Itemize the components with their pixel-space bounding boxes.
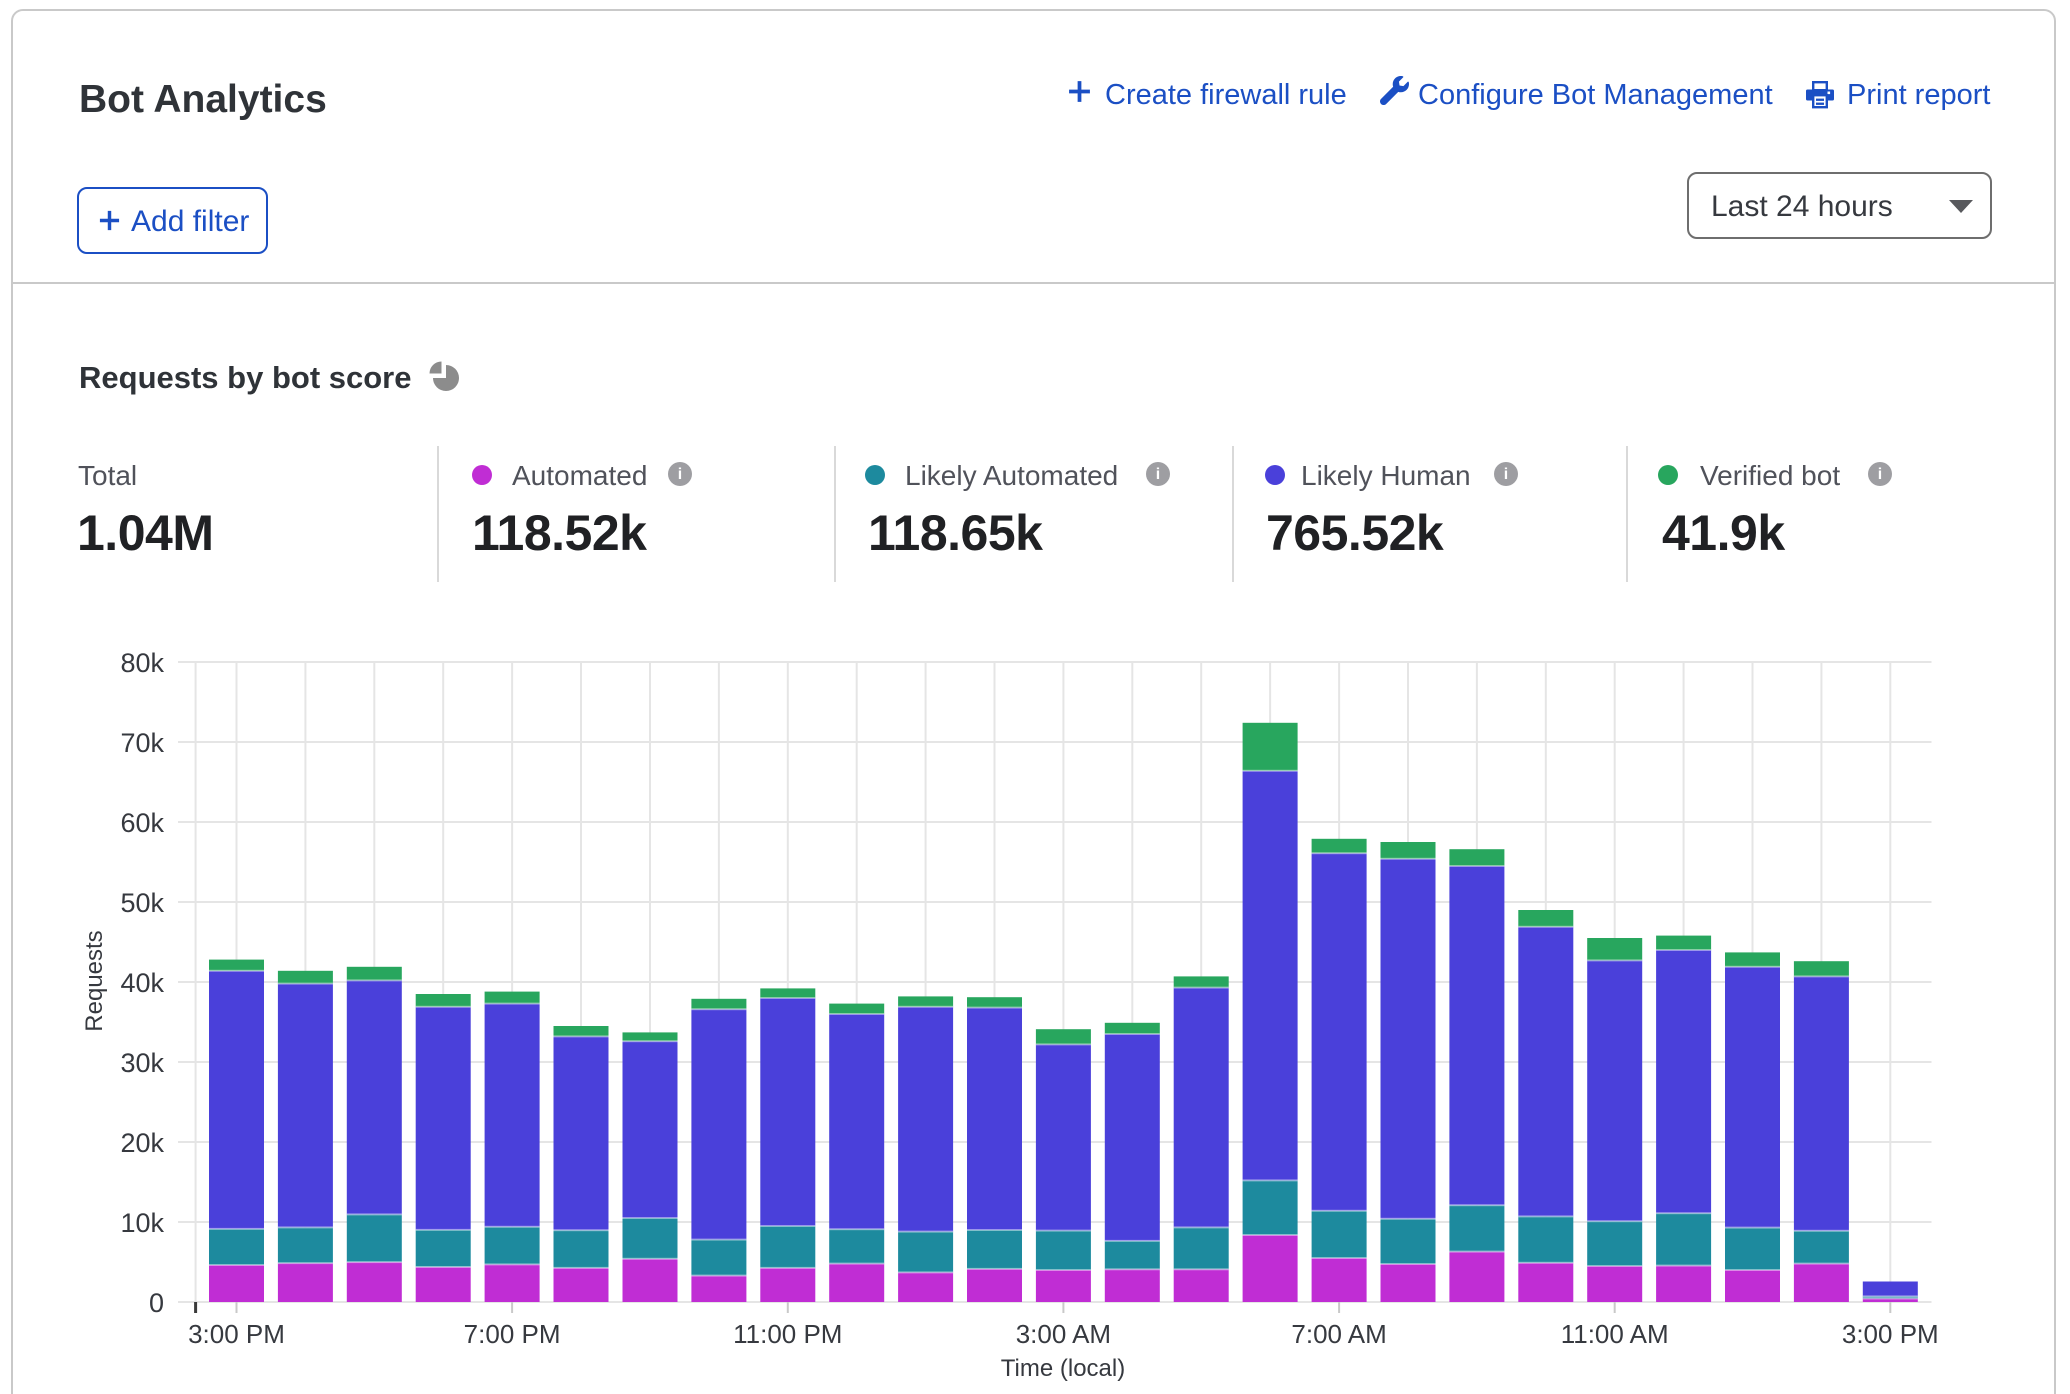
svg-text:11:00 AM: 11:00 AM (1561, 1319, 1669, 1349)
svg-text:80k: 80k (120, 648, 164, 678)
svg-text:10k: 10k (120, 1208, 164, 1238)
svg-text:30k: 30k (120, 1048, 164, 1078)
svg-text:11:00 PM: 11:00 PM (733, 1319, 842, 1349)
svg-text:60k: 60k (120, 808, 164, 838)
svg-text:40k: 40k (120, 968, 164, 998)
svg-text:3:00 AM: 3:00 AM (1016, 1319, 1111, 1349)
svg-text:50k: 50k (120, 888, 164, 918)
svg-text:0: 0 (149, 1288, 164, 1318)
svg-text:7:00 PM: 7:00 PM (464, 1319, 561, 1349)
svg-text:7:00 AM: 7:00 AM (1291, 1319, 1386, 1349)
svg-text:Time (local): Time (local) (1001, 1355, 1125, 1382)
svg-text:3:00 PM: 3:00 PM (188, 1319, 285, 1349)
svg-text:70k: 70k (120, 728, 164, 758)
svg-text:20k: 20k (120, 1128, 164, 1158)
svg-text:Requests: Requests (81, 930, 108, 1031)
svg-text:3:00 PM: 3:00 PM (1842, 1319, 1939, 1349)
